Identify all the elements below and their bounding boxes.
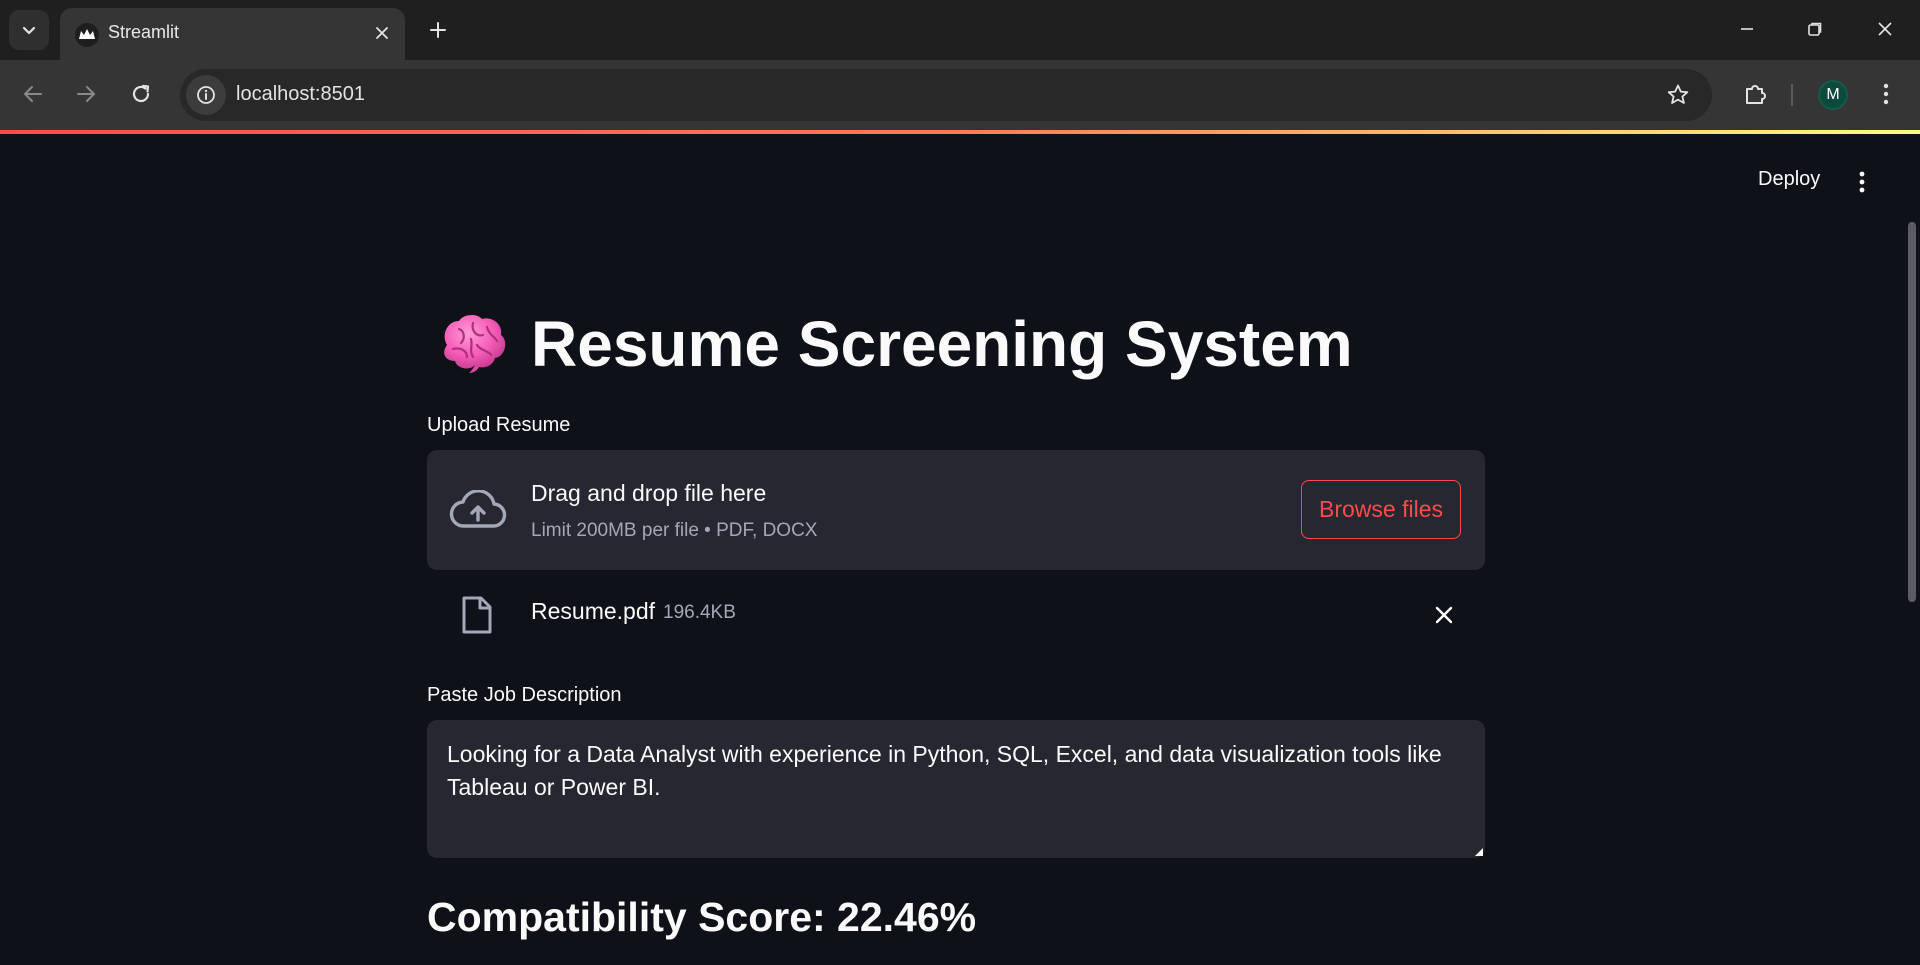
browser-tabbar: Streamlit — [0, 0, 1920, 60]
new-tab-button[interactable] — [420, 12, 456, 48]
bookmark-button[interactable] — [1662, 79, 1694, 111]
kebab-menu-icon — [1859, 171, 1865, 193]
close-icon — [1435, 606, 1453, 624]
job-description-textarea[interactable]: Looking for a Data Analyst with experien… — [427, 720, 1485, 858]
forward-button[interactable] — [66, 74, 106, 114]
cloud-upload-icon — [449, 490, 507, 528]
deploy-button[interactable]: Deploy — [1748, 164, 1830, 195]
brain-icon — [444, 315, 506, 373]
job-description-label: Paste Job Description — [427, 684, 622, 706]
url-text[interactable]: localhost:8501 — [236, 83, 365, 106]
resize-handle-icon[interactable] — [1475, 848, 1483, 856]
window-restore-button[interactable] — [1786, 6, 1844, 52]
reload-icon — [132, 84, 150, 103]
kebab-menu-icon — [1883, 83, 1889, 105]
site-info-button[interactable] — [186, 75, 226, 115]
plus-icon — [430, 22, 446, 38]
puzzle-piece-icon — [1746, 85, 1766, 104]
dropzone-title: Drag and drop file here — [531, 480, 767, 506]
tab-close-button[interactable] — [367, 18, 397, 48]
page-title-row: Resume Screening System — [437, 304, 1353, 384]
browser-menu-button[interactable] — [1870, 74, 1902, 114]
page-scrollbar[interactable] — [1908, 222, 1916, 602]
streamlit-favicon-icon — [75, 23, 99, 47]
arrow-left-icon — [24, 86, 42, 102]
info-icon — [197, 86, 215, 104]
browser-tab-active[interactable]: Streamlit — [60, 8, 405, 60]
close-icon — [376, 27, 388, 39]
chevron-down-icon — [22, 26, 36, 35]
upload-label: Upload Resume — [427, 414, 571, 436]
reload-button[interactable] — [121, 74, 161, 114]
file-icon — [462, 596, 492, 634]
toolbar-separator — [1791, 84, 1793, 106]
profile-avatar[interactable]: M — [1818, 80, 1848, 110]
compatibility-score-heading: Compatibility Score: 22.46% — [427, 894, 977, 940]
browser-toolbar: localhost:8501 M — [0, 60, 1920, 130]
window-close-button[interactable] — [1856, 6, 1914, 52]
remove-file-button[interactable] — [1427, 598, 1461, 632]
star-icon — [1667, 84, 1689, 104]
streamlit-app: Deploy Resume Screening System Upload Re… — [0, 134, 1920, 965]
close-icon — [1878, 22, 1892, 36]
tab-title: Streamlit — [108, 22, 180, 42]
browse-files-button[interactable]: Browse files — [1301, 480, 1461, 539]
dropzone-limit-text: Limit 200MB per file • PDF, DOCX — [531, 520, 818, 541]
address-bar[interactable]: localhost:8501 — [180, 69, 1712, 121]
file-dropzone[interactable]: Drag and drop file here Limit 200MB per … — [427, 450, 1485, 570]
uploaded-file-size: 196.4KB — [663, 602, 736, 623]
extensions-button[interactable] — [1736, 74, 1776, 114]
window-minimize-button[interactable] — [1718, 6, 1776, 52]
tab-search-button[interactable] — [9, 10, 49, 50]
uploaded-file-row: Resume.pdf 196.4KB — [427, 584, 1485, 644]
app-main-menu-button[interactable] — [1848, 164, 1876, 200]
arrow-right-icon — [77, 86, 95, 102]
back-button[interactable] — [13, 74, 53, 114]
restore-icon — [1808, 22, 1822, 36]
uploaded-file-name: Resume.pdf — [531, 598, 656, 624]
page-title: Resume Screening System — [531, 308, 1353, 380]
minimize-icon — [1741, 28, 1753, 30]
